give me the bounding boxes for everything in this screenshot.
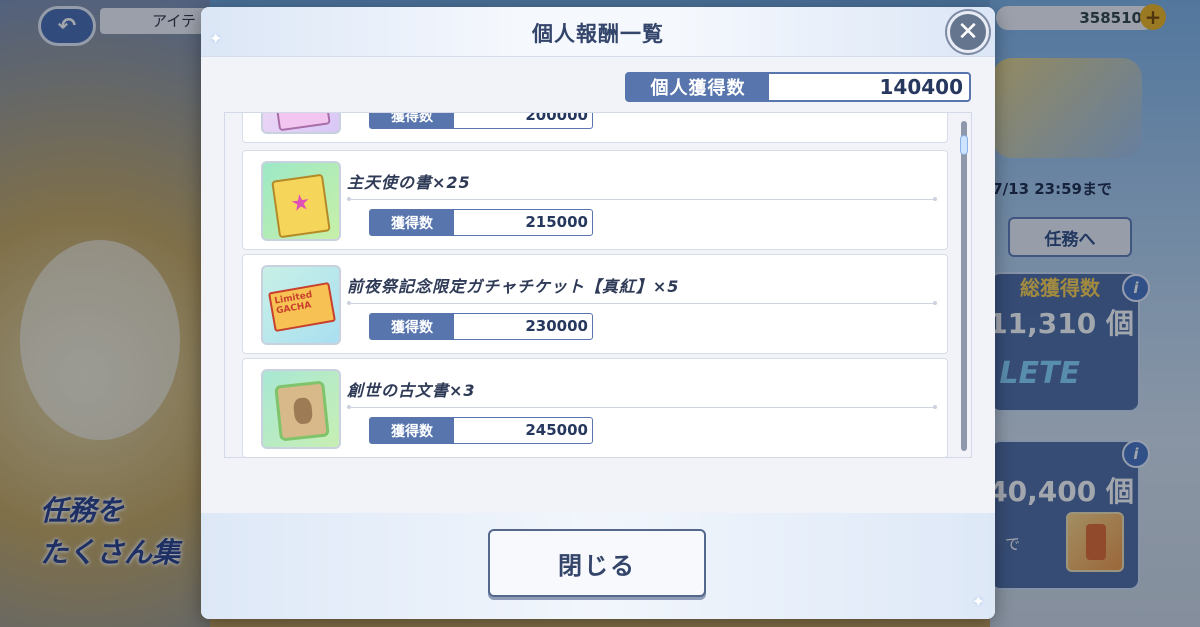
limited-gacha-ticket-icon: Limited GACHA [261,265,341,345]
sparkle-icon: ✦ [971,592,985,611]
close-button[interactable]: 閉じる [488,529,706,597]
count-box: 獲得数 230000 [369,313,593,340]
list-item: 主天使の書×25 獲得数 215000 [242,150,948,250]
count-box: 獲得数 245000 [369,417,593,444]
dialog-title: 個人報酬一覧 [532,22,664,46]
ancient-tome-icon [261,369,341,449]
scrollbar[interactable] [960,121,968,451]
list-item: 創世の古文書×3 獲得数 245000 [242,358,948,457]
personal-acquired-box: 個人獲得数 140400 [625,72,971,102]
count-label: 獲得数 [370,418,454,443]
count-value: 245000 [525,421,588,439]
reward-list[interactable]: 獲得数 200000 主天使の書×25 獲得数 215000 Limited G… [224,112,972,458]
count-value: 230000 [525,317,588,335]
ticket-art: Limited GACHA [267,281,337,333]
close-icon[interactable]: ✕ [947,11,989,53]
personal-acquired-value: 140400 [879,75,964,99]
list-item: 獲得数 200000 [242,112,948,143]
personal-acquired-label: 個人獲得数 [627,74,769,100]
personal-reward-dialog: ✦ 個人報酬一覧 ✕ 個人獲得数 140400 獲得数 200000 主天使の書… [201,7,995,619]
count-box: 獲得数 200000 [369,112,593,129]
count-box: 獲得数 215000 [369,209,593,236]
row-divider [347,405,937,409]
count-label: 獲得数 [370,113,454,128]
list-item: Limited GACHA 前夜祭記念限定ガチャチケット【真紅】×5 獲得数 2… [242,254,948,354]
item-name: 創世の古文書×3 [347,381,476,400]
count-value: 200000 [525,112,588,124]
count-label: 獲得数 [370,314,454,339]
scrollbar-thumb[interactable] [960,135,968,155]
count-label: 獲得数 [370,210,454,235]
golden-book-icon [261,161,341,241]
row-divider [347,301,937,305]
count-value: 215000 [525,213,588,231]
item-name: 主天使の書×25 [347,173,471,192]
dialog-header: ✦ 個人報酬一覧 ✕ [201,7,995,57]
item-name: 前夜祭記念限定ガチャチケット【真紅】×5 [347,277,680,296]
purple-book-icon [261,113,341,134]
row-divider [347,197,937,201]
